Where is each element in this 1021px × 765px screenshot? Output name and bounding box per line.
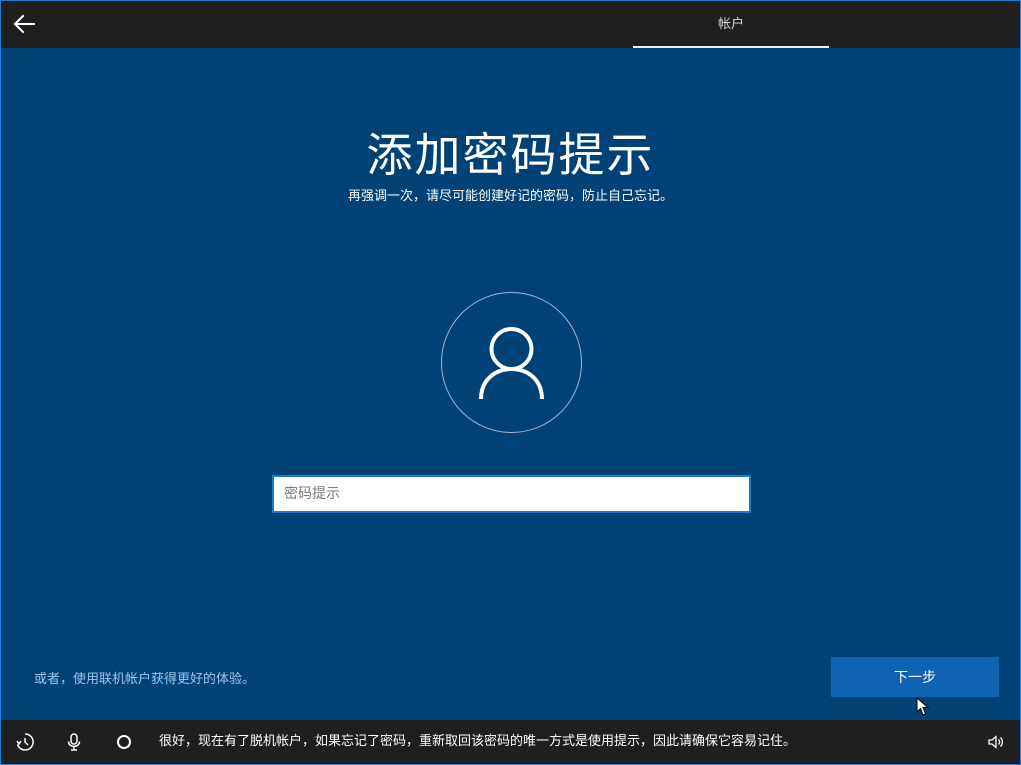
- tab-underline: [633, 46, 829, 48]
- top-bar: 帐户: [1, 1, 1020, 48]
- cortana-icon: [117, 735, 131, 749]
- user-icon: [479, 327, 544, 400]
- cortana-button[interactable]: [114, 732, 134, 752]
- accessibility-button[interactable]: [15, 732, 35, 752]
- bottom-bar: 很好，现在有了脱机帐户，如果忘记了密码，重新取回该密码的唯一方式是使用提示，因此…: [1, 720, 1020, 764]
- online-account-link[interactable]: 或者，使用联机帐户获得更好的体验。: [34, 668, 255, 687]
- narration-text: 很好，现在有了脱机帐户，如果忘记了密码，重新取回该密码的唯一方式是使用提示，因此…: [159, 734, 797, 749]
- microphone-button[interactable]: [64, 732, 84, 752]
- accessibility-icon: [16, 733, 34, 751]
- arrow-left-icon: [13, 14, 35, 34]
- volume-icon: [988, 735, 1004, 749]
- volume-button[interactable]: [986, 732, 1006, 752]
- avatar: [441, 292, 582, 433]
- microphone-icon: [67, 733, 81, 751]
- page-subtitle: 再强调一次，请尽可能创建好记的密码，防止自己忘记。: [347, 189, 673, 204]
- page-title: 添加密码提示: [366, 128, 655, 182]
- mouse-cursor-icon: [916, 697, 930, 716]
- tab-account-label: 帐户: [717, 17, 744, 32]
- next-button[interactable]: 下一步: [831, 657, 999, 697]
- tab-account: 帐户: [633, 1, 829, 48]
- oobe-window: 帐户 添加密码提示 再强调一次，请尽可能创建好记的密码，防止自己忘记。 或者，使…: [0, 0, 1021, 765]
- back-button[interactable]: [7, 7, 41, 41]
- password-hint-input[interactable]: [272, 475, 751, 513]
